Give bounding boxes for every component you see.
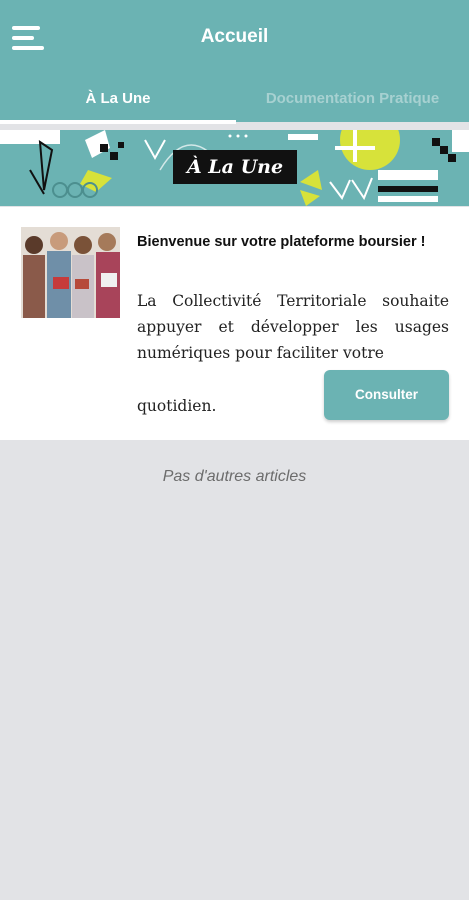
article-card[interactable]: Bienvenue sur votre plateforme boursier … — [0, 207, 469, 440]
tab-documentation-pratique[interactable]: Documentation Pratique — [236, 90, 469, 114]
app-bar: Accueil À La Une Documentation Pratique — [0, 0, 469, 124]
article-body: La Collectivité Territoriale souhaite ap… — [137, 292, 449, 362]
students-photo — [21, 227, 120, 318]
article-title: Bienvenue sur votre plateforme boursier … — [137, 234, 426, 250]
no-more-articles-text: Pas d'autres articles — [162, 468, 307, 485]
page-title: Accueil — [200, 26, 269, 47]
article-thumbnail — [21, 227, 120, 318]
tab-a-la-une[interactable]: À La Une — [0, 90, 236, 114]
a-la-une-banner: À La Une — [0, 130, 469, 206]
banner-label: À La Une — [173, 150, 297, 184]
active-tab-indicator — [0, 120, 236, 124]
consulter-button[interactable]: Consulter — [324, 370, 449, 420]
article-body-end: quotidien. — [137, 397, 217, 415]
